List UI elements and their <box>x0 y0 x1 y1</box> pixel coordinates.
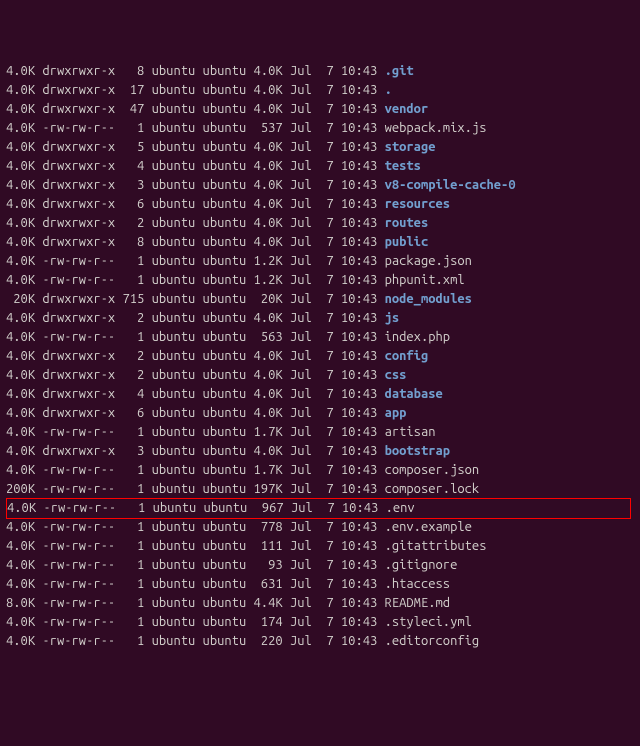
ls-columns: 4.0K -rw-rw-r-- 1 ubuntu ubuntu 220 Jul … <box>6 634 385 648</box>
ls-row: 4.0K -rw-rw-r-- 1 ubuntu ubuntu 1.7K Jul… <box>6 423 634 442</box>
file-name: webpack.mix.js <box>385 121 487 135</box>
ls-row: 4.0K -rw-rw-r-- 1 ubuntu ubuntu 778 Jul … <box>6 518 634 537</box>
ls-row: 4.0K drwxrwxr-x 2 ubuntu ubuntu 4.0K Jul… <box>6 214 634 233</box>
file-name: js <box>385 311 400 325</box>
ls-columns: 4.0K -rw-rw-r-- 1 ubuntu ubuntu 563 Jul … <box>6 330 385 344</box>
ls-row: 4.0K -rw-rw-r-- 1 ubuntu ubuntu 174 Jul … <box>6 613 634 632</box>
ls-row: 4.0K -rw-rw-r-- 1 ubuntu ubuntu 93 Jul 7… <box>6 556 634 575</box>
ls-row: 4.0K -rw-rw-r-- 1 ubuntu ubuntu 1.2K Jul… <box>6 271 634 290</box>
ls-columns: 4.0K -rw-rw-r-- 1 ubuntu ubuntu 1.2K Jul… <box>6 273 385 287</box>
ls-columns: 4.0K -rw-rw-r-- 1 ubuntu ubuntu 174 Jul … <box>6 615 385 629</box>
terminal-output: 4.0K drwxrwxr-x 8 ubuntu ubuntu 4.0K Jul… <box>6 62 634 651</box>
ls-row: 4.0K drwxrwxr-x 3 ubuntu ubuntu 4.0K Jul… <box>6 176 634 195</box>
ls-columns: 200K -rw-rw-r-- 1 ubuntu ubuntu 197K Jul… <box>6 482 385 496</box>
file-name: index.php <box>385 330 451 344</box>
ls-columns: 20K drwxrwxr-x 715 ubuntu ubuntu 20K Jul… <box>6 292 385 306</box>
ls-row: 4.0K drwxrwxr-x 6 ubuntu ubuntu 4.0K Jul… <box>6 195 634 214</box>
ls-columns: 4.0K drwxrwxr-x 8 ubuntu ubuntu 4.0K Jul… <box>6 64 385 78</box>
file-name: config <box>385 349 429 363</box>
file-name: v8-compile-cache-0 <box>385 178 516 192</box>
ls-row: 4.0K drwxrwxr-x 3 ubuntu ubuntu 4.0K Jul… <box>6 442 634 461</box>
file-name: composer.json <box>385 463 480 477</box>
file-name: .gitattributes <box>385 539 487 553</box>
ls-row: 4.0K -rw-rw-r-- 1 ubuntu ubuntu 220 Jul … <box>6 632 634 651</box>
file-name: package.json <box>385 254 472 268</box>
ls-row: 4.0K drwxrwxr-x 6 ubuntu ubuntu 4.0K Jul… <box>6 404 634 423</box>
ls-columns: 4.0K drwxrwxr-x 3 ubuntu ubuntu 4.0K Jul… <box>6 444 385 458</box>
file-name: . <box>385 83 392 97</box>
ls-row: 4.0K drwxrwxr-x 2 ubuntu ubuntu 4.0K Jul… <box>6 347 634 366</box>
file-name: storage <box>385 140 436 154</box>
ls-row: 4.0K drwxrwxr-x 2 ubuntu ubuntu 4.0K Jul… <box>6 366 634 385</box>
ls-columns: 4.0K drwxrwxr-x 2 ubuntu ubuntu 4.0K Jul… <box>6 216 385 230</box>
ls-columns: 4.0K drwxrwxr-x 4 ubuntu ubuntu 4.0K Jul… <box>6 387 385 401</box>
file-name: .htaccess <box>385 577 451 591</box>
ls-columns: 4.0K -rw-rw-r-- 1 ubuntu ubuntu 631 Jul … <box>6 577 385 591</box>
ls-row: 4.0K drwxrwxr-x 2 ubuntu ubuntu 4.0K Jul… <box>6 309 634 328</box>
file-name: .env <box>386 501 415 515</box>
file-name: .git <box>385 64 414 78</box>
file-name: .env.example <box>385 520 472 534</box>
file-name: resources <box>385 197 451 211</box>
file-name: bootstrap <box>385 444 451 458</box>
file-name: .editorconfig <box>385 634 480 648</box>
file-name: database <box>385 387 443 401</box>
ls-columns: 4.0K -rw-rw-r-- 1 ubuntu ubuntu 1.7K Jul… <box>6 425 385 439</box>
file-name: artisan <box>385 425 436 439</box>
file-name: css <box>385 368 407 382</box>
ls-columns: 4.0K drwxrwxr-x 2 ubuntu ubuntu 4.0K Jul… <box>6 311 385 325</box>
ls-columns: 4.0K -rw-rw-r-- 1 ubuntu ubuntu 967 Jul … <box>7 501 386 515</box>
file-name: .gitignore <box>385 558 458 572</box>
file-name: tests <box>385 159 421 173</box>
file-name: app <box>385 406 407 420</box>
ls-row: 20K drwxrwxr-x 715 ubuntu ubuntu 20K Jul… <box>6 290 634 309</box>
file-name: vendor <box>385 102 429 116</box>
file-name: phpunit.xml <box>385 273 465 287</box>
ls-row: 4.0K -rw-rw-r-- 1 ubuntu ubuntu 967 Jul … <box>6 498 631 519</box>
ls-columns: 4.0K drwxrwxr-x 47 ubuntu ubuntu 4.0K Ju… <box>6 102 385 116</box>
ls-row: 4.0K drwxrwxr-x 17 ubuntu ubuntu 4.0K Ju… <box>6 81 634 100</box>
file-name: node_modules <box>385 292 472 306</box>
ls-row: 4.0K drwxrwxr-x 4 ubuntu ubuntu 4.0K Jul… <box>6 157 634 176</box>
ls-row: 4.0K -rw-rw-r-- 1 ubuntu ubuntu 111 Jul … <box>6 537 634 556</box>
ls-columns: 4.0K -rw-rw-r-- 1 ubuntu ubuntu 1.2K Jul… <box>6 254 385 268</box>
ls-columns: 4.0K drwxrwxr-x 6 ubuntu ubuntu 4.0K Jul… <box>6 197 385 211</box>
ls-columns: 4.0K drwxrwxr-x 2 ubuntu ubuntu 4.0K Jul… <box>6 349 385 363</box>
ls-row: 4.0K drwxrwxr-x 4 ubuntu ubuntu 4.0K Jul… <box>6 385 634 404</box>
ls-columns: 8.0K -rw-rw-r-- 1 ubuntu ubuntu 4.4K Jul… <box>6 596 385 610</box>
file-name: public <box>385 235 429 249</box>
ls-row: 4.0K drwxrwxr-x 8 ubuntu ubuntu 4.0K Jul… <box>6 233 634 252</box>
ls-columns: 4.0K drwxrwxr-x 4 ubuntu ubuntu 4.0K Jul… <box>6 159 385 173</box>
ls-row: 4.0K drwxrwxr-x 47 ubuntu ubuntu 4.0K Ju… <box>6 100 634 119</box>
file-name: README.md <box>385 596 451 610</box>
file-name: composer.lock <box>385 482 480 496</box>
ls-row: 4.0K -rw-rw-r-- 1 ubuntu ubuntu 1.2K Jul… <box>6 252 634 271</box>
ls-columns: 4.0K drwxrwxr-x 6 ubuntu ubuntu 4.0K Jul… <box>6 406 385 420</box>
ls-row: 200K -rw-rw-r-- 1 ubuntu ubuntu 197K Jul… <box>6 480 634 499</box>
ls-columns: 4.0K drwxrwxr-x 2 ubuntu ubuntu 4.0K Jul… <box>6 368 385 382</box>
ls-row: 4.0K drwxrwxr-x 5 ubuntu ubuntu 4.0K Jul… <box>6 138 634 157</box>
ls-columns: 4.0K -rw-rw-r-- 1 ubuntu ubuntu 111 Jul … <box>6 539 385 553</box>
ls-row: 4.0K drwxrwxr-x 8 ubuntu ubuntu 4.0K Jul… <box>6 62 634 81</box>
ls-columns: 4.0K -rw-rw-r-- 1 ubuntu ubuntu 537 Jul … <box>6 121 385 135</box>
ls-row: 8.0K -rw-rw-r-- 1 ubuntu ubuntu 4.4K Jul… <box>6 594 634 613</box>
ls-columns: 4.0K drwxrwxr-x 8 ubuntu ubuntu 4.0K Jul… <box>6 235 385 249</box>
ls-row: 4.0K -rw-rw-r-- 1 ubuntu ubuntu 1.7K Jul… <box>6 461 634 480</box>
ls-columns: 4.0K -rw-rw-r-- 1 ubuntu ubuntu 778 Jul … <box>6 520 385 534</box>
file-name: .styleci.yml <box>385 615 472 629</box>
ls-columns: 4.0K drwxrwxr-x 3 ubuntu ubuntu 4.0K Jul… <box>6 178 385 192</box>
file-name: routes <box>385 216 429 230</box>
ls-row: 4.0K -rw-rw-r-- 1 ubuntu ubuntu 631 Jul … <box>6 575 634 594</box>
ls-row: 4.0K -rw-rw-r-- 1 ubuntu ubuntu 537 Jul … <box>6 119 634 138</box>
ls-columns: 4.0K drwxrwxr-x 5 ubuntu ubuntu 4.0K Jul… <box>6 140 385 154</box>
ls-columns: 4.0K -rw-rw-r-- 1 ubuntu ubuntu 1.7K Jul… <box>6 463 385 477</box>
ls-row: 4.0K -rw-rw-r-- 1 ubuntu ubuntu 563 Jul … <box>6 328 634 347</box>
ls-columns: 4.0K -rw-rw-r-- 1 ubuntu ubuntu 93 Jul 7… <box>6 558 385 572</box>
ls-columns: 4.0K drwxrwxr-x 17 ubuntu ubuntu 4.0K Ju… <box>6 83 385 97</box>
